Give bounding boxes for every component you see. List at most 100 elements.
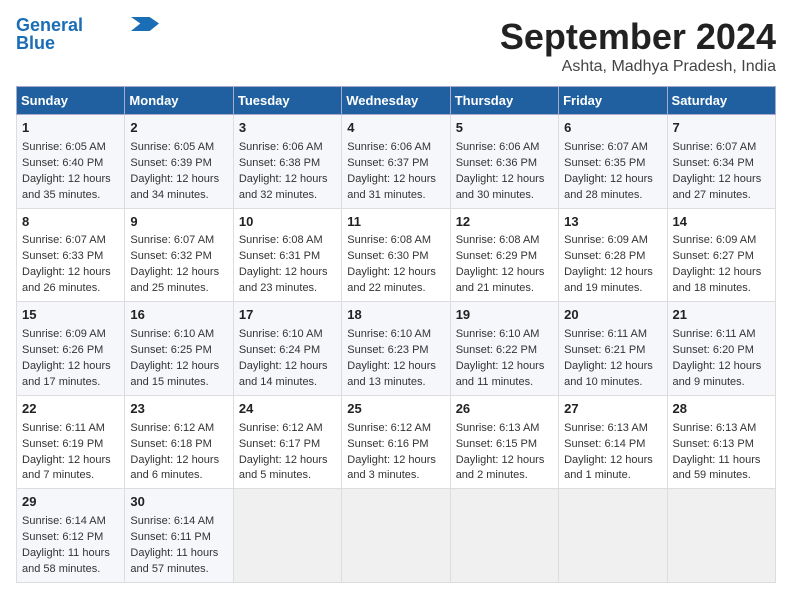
day-info-line: Sunrise: 6:07 AM [130, 233, 227, 249]
logo-arrow-icon [131, 17, 159, 31]
day-info-line: and 25 minutes. [130, 281, 227, 297]
day-info-line: Sunrise: 6:12 AM [347, 421, 444, 437]
calendar-cell: 30Sunrise: 6:14 AMSunset: 6:11 PMDayligh… [125, 489, 233, 583]
month-title: September 2024 [500, 16, 776, 58]
day-info-line: Sunrise: 6:07 AM [22, 233, 119, 249]
day-info-line: Daylight: 12 hours [239, 359, 336, 375]
weekday-header-wednesday: Wednesday [342, 87, 450, 115]
day-info-line: Daylight: 12 hours [130, 359, 227, 375]
weekday-header-tuesday: Tuesday [233, 87, 341, 115]
calendar-week-row: 15Sunrise: 6:09 AMSunset: 6:26 PMDayligh… [17, 302, 776, 396]
day-number: 18 [347, 306, 444, 325]
day-info-line: Sunset: 6:25 PM [130, 343, 227, 359]
calendar-cell: 14Sunrise: 6:09 AMSunset: 6:27 PMDayligh… [667, 208, 775, 302]
calendar-cell: 23Sunrise: 6:12 AMSunset: 6:18 PMDayligh… [125, 395, 233, 489]
day-info-line: Daylight: 12 hours [673, 359, 770, 375]
day-info-line: Sunset: 6:27 PM [673, 249, 770, 265]
day-info-line: and 13 minutes. [347, 375, 444, 391]
calendar-cell: 29Sunrise: 6:14 AMSunset: 6:12 PMDayligh… [17, 489, 125, 583]
day-info-line: Sunset: 6:35 PM [564, 156, 661, 172]
day-info-line: Sunrise: 6:13 AM [564, 421, 661, 437]
day-info-line: Daylight: 12 hours [347, 265, 444, 281]
day-number: 26 [456, 400, 553, 419]
calendar-week-row: 1Sunrise: 6:05 AMSunset: 6:40 PMDaylight… [17, 115, 776, 209]
day-info-line: Sunrise: 6:09 AM [564, 233, 661, 249]
day-info-line: Sunset: 6:34 PM [673, 156, 770, 172]
day-info-line: and 1 minute. [564, 468, 661, 484]
day-info-line: Sunrise: 6:10 AM [130, 327, 227, 343]
day-info-line: and 22 minutes. [347, 281, 444, 297]
day-info-line: and 35 minutes. [22, 188, 119, 204]
day-info-line: Sunrise: 6:11 AM [22, 421, 119, 437]
day-info-line: Daylight: 11 hours [22, 546, 119, 562]
weekday-header-thursday: Thursday [450, 87, 558, 115]
day-number: 15 [22, 306, 119, 325]
day-info-line: Sunset: 6:36 PM [456, 156, 553, 172]
day-info-line: Sunrise: 6:09 AM [22, 327, 119, 343]
day-info-line: Sunrise: 6:10 AM [239, 327, 336, 343]
day-info-line: Daylight: 12 hours [673, 172, 770, 188]
day-info-line: Sunset: 6:22 PM [456, 343, 553, 359]
day-info-line: Sunrise: 6:07 AM [564, 140, 661, 156]
day-info-line: Sunset: 6:38 PM [239, 156, 336, 172]
day-number: 17 [239, 306, 336, 325]
calendar-cell: 11Sunrise: 6:08 AMSunset: 6:30 PMDayligh… [342, 208, 450, 302]
day-number: 25 [347, 400, 444, 419]
calendar-cell: 12Sunrise: 6:08 AMSunset: 6:29 PMDayligh… [450, 208, 558, 302]
day-info-line: Daylight: 12 hours [347, 453, 444, 469]
day-number: 22 [22, 400, 119, 419]
day-info-line: and 7 minutes. [22, 468, 119, 484]
day-info-line: Daylight: 12 hours [456, 359, 553, 375]
calendar-cell: 8Sunrise: 6:07 AMSunset: 6:33 PMDaylight… [17, 208, 125, 302]
day-info-line: Sunset: 6:12 PM [22, 530, 119, 546]
day-info-line: Sunrise: 6:14 AM [22, 514, 119, 530]
calendar-cell [233, 489, 341, 583]
calendar-week-row: 22Sunrise: 6:11 AMSunset: 6:19 PMDayligh… [17, 395, 776, 489]
day-info-line: Daylight: 12 hours [22, 172, 119, 188]
day-info-line: Sunset: 6:39 PM [130, 156, 227, 172]
day-info-line: Sunrise: 6:10 AM [347, 327, 444, 343]
day-info-line: and 34 minutes. [130, 188, 227, 204]
weekday-header-row: SundayMondayTuesdayWednesdayThursdayFrid… [17, 87, 776, 115]
day-info-line: and 32 minutes. [239, 188, 336, 204]
day-info-line: and 2 minutes. [456, 468, 553, 484]
day-info-line: Daylight: 12 hours [564, 265, 661, 281]
day-number: 24 [239, 400, 336, 419]
day-info-line: Daylight: 12 hours [673, 265, 770, 281]
day-info-line: Daylight: 12 hours [130, 265, 227, 281]
day-info-line: Sunrise: 6:05 AM [22, 140, 119, 156]
day-info-line: and 30 minutes. [456, 188, 553, 204]
day-info-line: Sunset: 6:18 PM [130, 437, 227, 453]
day-number: 12 [456, 213, 553, 232]
calendar-cell: 18Sunrise: 6:10 AMSunset: 6:23 PMDayligh… [342, 302, 450, 396]
day-number: 2 [130, 119, 227, 138]
day-info-line: Sunset: 6:21 PM [564, 343, 661, 359]
calendar-cell: 16Sunrise: 6:10 AMSunset: 6:25 PMDayligh… [125, 302, 233, 396]
day-info-line: Daylight: 12 hours [456, 265, 553, 281]
location-title: Ashta, Madhya Pradesh, India [500, 58, 776, 76]
day-info-line: Sunrise: 6:13 AM [456, 421, 553, 437]
day-info-line: Sunrise: 6:12 AM [239, 421, 336, 437]
calendar-cell: 10Sunrise: 6:08 AMSunset: 6:31 PMDayligh… [233, 208, 341, 302]
day-number: 11 [347, 213, 444, 232]
day-info-line: and 11 minutes. [456, 375, 553, 391]
calendar-cell: 22Sunrise: 6:11 AMSunset: 6:19 PMDayligh… [17, 395, 125, 489]
calendar: SundayMondayTuesdayWednesdayThursdayFrid… [16, 86, 776, 583]
day-number: 8 [22, 213, 119, 232]
day-info-line: Sunset: 6:23 PM [347, 343, 444, 359]
day-info-line: Sunset: 6:14 PM [564, 437, 661, 453]
day-info-line: Sunset: 6:11 PM [130, 530, 227, 546]
day-info-line: Sunrise: 6:14 AM [130, 514, 227, 530]
day-info-line: Sunset: 6:13 PM [673, 437, 770, 453]
day-info-line: Sunrise: 6:08 AM [456, 233, 553, 249]
calendar-cell: 2Sunrise: 6:05 AMSunset: 6:39 PMDaylight… [125, 115, 233, 209]
day-number: 21 [673, 306, 770, 325]
day-info-line: Sunrise: 6:08 AM [347, 233, 444, 249]
day-number: 7 [673, 119, 770, 138]
day-number: 3 [239, 119, 336, 138]
day-number: 9 [130, 213, 227, 232]
day-info-line: Sunset: 6:15 PM [456, 437, 553, 453]
day-info-line: and 3 minutes. [347, 468, 444, 484]
weekday-header-sunday: Sunday [17, 87, 125, 115]
day-info-line: Sunrise: 6:10 AM [456, 327, 553, 343]
